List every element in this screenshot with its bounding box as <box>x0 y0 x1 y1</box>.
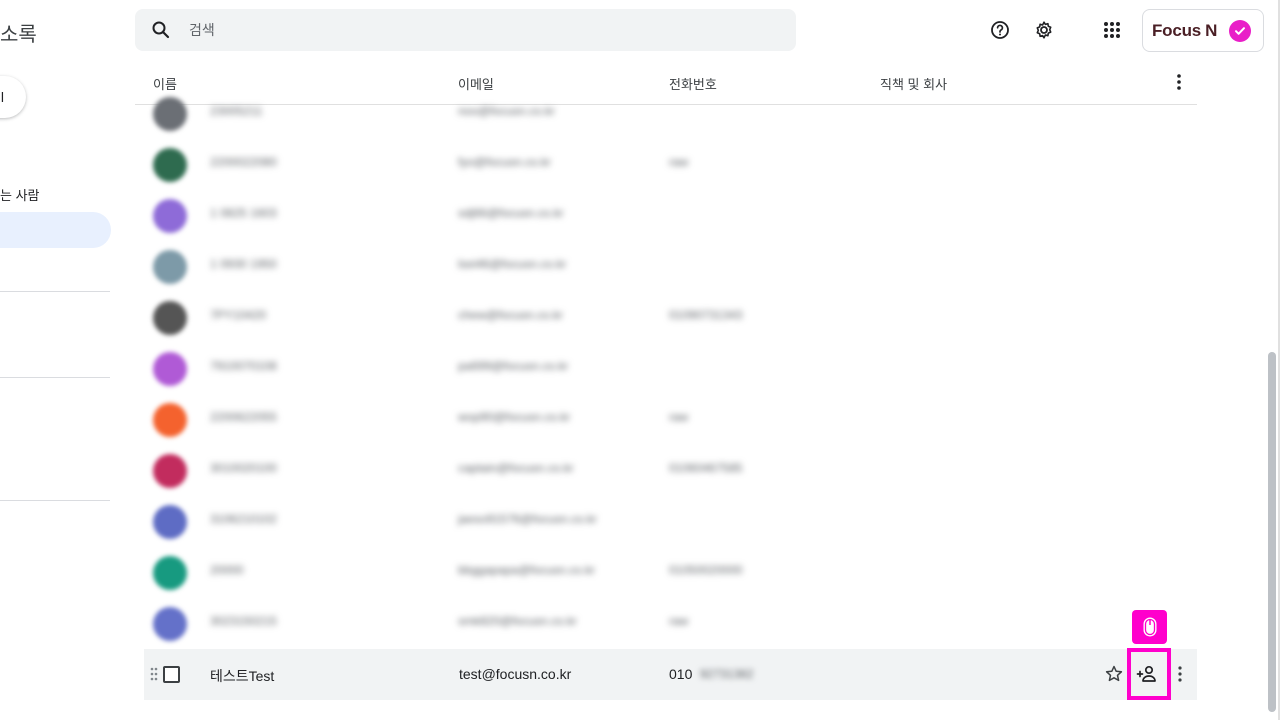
check-badge-icon <box>1229 19 1252 42</box>
avatar <box>153 505 187 539</box>
contact-name: 2200622055 <box>210 410 277 424</box>
help-icon[interactable] <box>988 18 1012 42</box>
contact-email: chew@focusn.co.kr <box>458 308 563 322</box>
contact-name: 7910070108 <box>210 359 277 373</box>
contact-phone: 01060467585 <box>669 461 743 475</box>
account-brand[interactable]: Focus N <box>1142 9 1264 52</box>
settings-icon[interactable] <box>1032 18 1056 42</box>
click-highlight <box>1127 648 1171 700</box>
row-more-vert-icon[interactable] <box>1172 664 1188 684</box>
table-row[interactable]: 7PY10420 chew@focusn.co.kr 01090731343 <box>135 292 1197 343</box>
contact-email: test@focusn.co.kr <box>459 666 572 682</box>
contact-name: 3106210102 <box>210 512 277 526</box>
contact-email: noo@focusn.co.kr <box>458 104 555 118</box>
contact-name: 2200022080 <box>210 155 277 169</box>
sidebar-divider <box>0 500 110 501</box>
search-input[interactable]: 검색 <box>135 9 796 51</box>
contact-email: sdj66@focusn.co.kr <box>458 206 564 220</box>
sidebar-item-active[interactable] <box>0 212 111 248</box>
sidebar-divider <box>0 291 110 292</box>
app-title: 소록 <box>0 24 37 46</box>
create-contact-button[interactable]: l <box>0 76 26 118</box>
apps-icon[interactable] <box>1100 18 1124 42</box>
sidebar-section-label: 는 사람 <box>0 188 40 203</box>
contact-phone: raw <box>669 155 689 169</box>
contact-name: 23005211 <box>210 104 263 118</box>
contact-email: fyo@focusn.co.kr <box>458 155 551 169</box>
contact-email: jaeso91576@focusn.co.kr <box>458 512 597 526</box>
avatar <box>153 148 187 182</box>
search-icon <box>151 20 171 40</box>
sidebar-divider <box>0 377 110 378</box>
contact-name: 3023150215 <box>210 614 277 628</box>
table-row[interactable]: 2200622055 wop90@focusn.co.kr raw <box>135 394 1197 445</box>
avatar <box>153 250 187 284</box>
table-row[interactable]: 3023150215 smk820@focusn.co.kr raw <box>135 598 1197 649</box>
star-icon[interactable] <box>1104 664 1124 684</box>
table-row[interactable]: 7910070108 pa699@focusn.co.kr <box>135 343 1197 394</box>
contact-name: 7PY10420 <box>210 308 267 322</box>
avatar <box>153 352 187 386</box>
table-row[interactable]: 3010020100 captain@focusn.co.kr 0106046758… <box>135 445 1197 496</box>
avatar <box>153 607 187 641</box>
table-row[interactable]: 23005211 noo@focusn.co.kr <box>135 88 1197 139</box>
row-checkbox[interactable] <box>163 666 180 683</box>
avatar <box>153 454 187 488</box>
table-row[interactable]: 1 0825 1603 sdj66@focusn.co.kr <box>135 190 1197 241</box>
contact-email: captain@focusn.co.kr <box>458 461 574 475</box>
contact-phone: 01050020000 <box>669 563 743 577</box>
table-row[interactable]: 20000 bbggapapa@focusn.co.kr 01050020000 <box>135 547 1197 598</box>
contact-phone-prefix: 010 <box>669 666 693 682</box>
contact-name: 1 0825 1603 <box>210 206 277 220</box>
contact-email: smk820@focusn.co.kr <box>458 614 577 628</box>
contact-email: wop90@focusn.co.kr <box>458 410 571 424</box>
contact-email: lsei46@focusn.co.kr <box>458 257 567 271</box>
contact-phone: 01090731343 <box>669 308 743 322</box>
table-row-focused[interactable]: 테스트Test test@focusn.co.kr 010 92731382 <box>144 649 1197 700</box>
contact-email: pa699@focusn.co.kr <box>458 359 569 373</box>
scrollbar-thumb[interactable] <box>1268 352 1276 712</box>
contact-phone-blurred: 92731382 <box>700 667 754 681</box>
avatar <box>153 97 187 131</box>
brand-name: Focus <box>1152 20 1202 40</box>
table-row[interactable]: 3106210102 jaeso91576@focusn.co.kr <box>135 496 1197 547</box>
contact-name: 20000 <box>210 563 244 577</box>
contact-phone: raw <box>669 410 689 424</box>
avatar <box>153 199 187 233</box>
contact-email: bbggapapa@focusn.co.kr <box>458 563 595 577</box>
contact-name: 3010020100 <box>210 461 277 475</box>
avatar <box>153 556 187 590</box>
search-placeholder: 검색 <box>189 22 215 38</box>
contact-name: 1 0930 1950 <box>210 257 277 271</box>
sidebar: 소록 l 는 사람 <box>0 0 120 720</box>
drag-handle-icon[interactable] <box>150 667 158 681</box>
brand-mark: N <box>1205 20 1218 40</box>
table-row[interactable]: 1 0930 1950 lsei46@focusn.co.kr <box>135 241 1197 292</box>
avatar <box>153 301 187 335</box>
mouse-click-icon <box>1132 610 1167 644</box>
contact-phone: raw <box>669 614 689 628</box>
avatar <box>153 403 187 437</box>
table-row[interactable]: 2200022080 fyo@focusn.co.kr raw <box>135 139 1197 190</box>
contact-name: 테스트Test <box>210 668 275 684</box>
